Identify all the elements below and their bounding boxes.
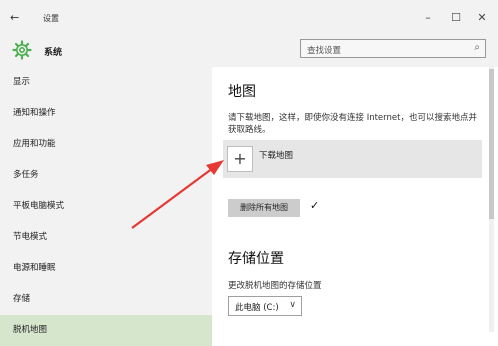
delete-all-maps-button[interactable]: 删除所有地图 [228,199,300,217]
sidebar-item-label: 节电模式 [13,232,48,242]
sidebar-item-notifications[interactable]: 通知和操作 [0,98,212,129]
maps-description: 请下载地图，这样，即使你没有连接 Internet，也可以搜索地点并获取路线。 [228,113,477,135]
storage-heading: 存储位置 [228,251,284,267]
window-title: 设置 [43,14,59,23]
title-bar: ← 设置 – ☐ ✕ [0,0,498,34]
sidebar-item-storage[interactable]: 存储 [0,284,212,315]
sidebar-item-display[interactable]: 显示 [0,67,212,98]
sidebar-item-label: 多任务 [13,170,39,180]
sidebar-item-power-sleep[interactable]: 电源和睡眠 [0,253,212,284]
sidebar-item-tablet-mode[interactable]: 平板电脑模式 [0,191,212,222]
sidebar-item-label: 平板电脑模式 [13,201,65,211]
scrollbar-thumb[interactable] [489,69,494,219]
back-arrow-icon[interactable]: ← [10,11,19,24]
sidebar-item-label: 通知和操作 [13,108,56,118]
sidebar: 显示 通知和操作 应用和功能 多任务 平板电脑模式 节电模式 电源和睡眠 存储 … [0,67,212,346]
sidebar-item-multitasking[interactable]: 多任务 [0,160,212,191]
search-icon[interactable]: ⌕ [474,42,480,53]
sidebar-item-offline-maps[interactable]: 脱机地图 [0,315,212,346]
close-button[interactable]: ✕ [467,9,497,27]
gear-icon [12,40,32,60]
storage-location-value: 此电脑 (C:) [235,303,279,313]
chevron-down-icon: ∨ [289,300,296,310]
check-icon: ✓ [310,199,320,212]
sidebar-item-label: 显示 [13,77,31,87]
sidebar-item-battery-saver[interactable]: 节电模式 [0,222,212,253]
sidebar-item-label: 应用和功能 [13,139,56,149]
search-input[interactable]: 查找设置 ⌕ [300,39,486,58]
maps-heading: 地图 [228,84,256,100]
search-placeholder: 查找设置 [307,46,342,56]
storage-location-select[interactable]: 此电脑 (C:) ∨ [228,296,302,316]
sidebar-item-label: 电源和睡眠 [13,263,56,273]
sidebar-item-apps[interactable]: 应用和功能 [0,129,212,160]
download-maps-label: 下载地图 [259,151,294,161]
app-name: 系统 [44,48,63,58]
plus-icon[interactable]: + [227,146,253,172]
sidebar-item-label: 脱机地图 [13,325,48,335]
sidebar-item-label: 存储 [13,294,31,304]
storage-location-label: 更改脱机地图的存储位置 [228,281,322,291]
minimize-button[interactable]: – [413,9,443,27]
header-row: 系统 查找设置 ⌕ [0,34,498,67]
